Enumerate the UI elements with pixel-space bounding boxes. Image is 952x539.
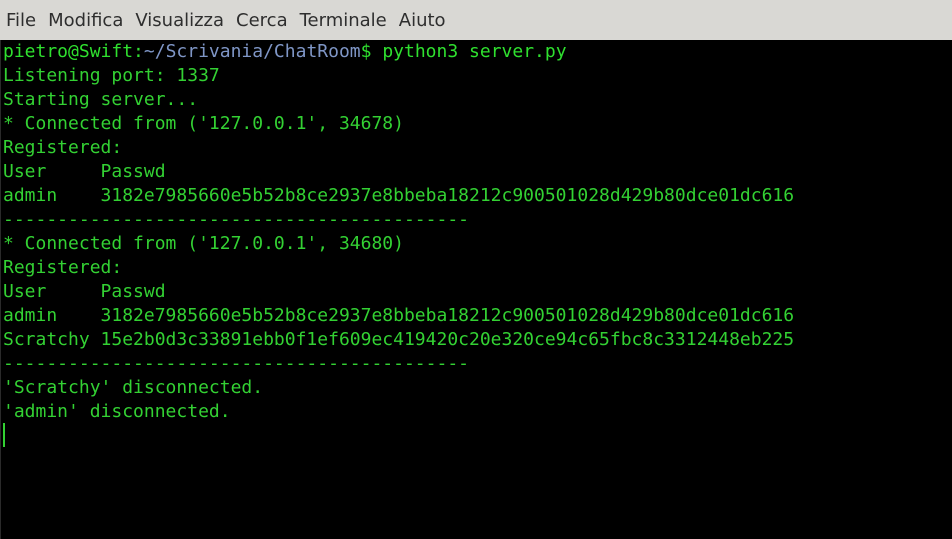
- menu-edit[interactable]: Modifica: [42, 0, 129, 40]
- menu-search[interactable]: Cerca: [230, 0, 294, 40]
- prompt-symbol: $: [360, 41, 372, 62]
- terminal-lines: pietro@Swift:~/Scrivania/ChatRoom$ pytho…: [3, 40, 794, 424]
- menu-bar: File Modifica Visualizza Cerca Terminale…: [0, 0, 952, 40]
- prompt-command: python3 server.py: [371, 41, 567, 62]
- separator-line: ----------------------------------------…: [3, 353, 469, 374]
- output-line: Starting server...: [3, 89, 199, 110]
- output-line: Listening port: 1337: [3, 65, 220, 86]
- prompt-colon: :: [133, 41, 144, 62]
- output-line: * Connected from ('127.0.0.1', 34678): [3, 113, 404, 134]
- output-line: Registered:: [3, 257, 123, 278]
- output-line: 'Scratchy' disconnected.: [3, 377, 264, 398]
- terminal-window: File Modifica Visualizza Cerca Terminale…: [0, 0, 952, 539]
- prompt-user-host: pietro@Swift: [3, 41, 134, 62]
- output-line: Scratchy 15e2b0d3c33891ebb0f1ef609ec4194…: [3, 329, 795, 350]
- output-line: admin 3182e7985660e5b52b8ce2937e8bbeba18…: [3, 305, 795, 326]
- output-line: User Passwd: [3, 161, 166, 182]
- output-line: User Passwd: [3, 281, 166, 302]
- separator-line: ----------------------------------------…: [3, 209, 469, 230]
- menu-help[interactable]: Aiuto: [393, 0, 452, 40]
- output-line: 'admin' disconnected.: [3, 401, 231, 422]
- terminal-output-area[interactable]: pietro@Swift:~/Scrivania/ChatRoom$ pytho…: [0, 40, 952, 539]
- output-line: * Connected from ('127.0.0.1', 34680): [3, 233, 404, 254]
- prompt-line: pietro@Swift:~/Scrivania/ChatRoom$ pytho…: [3, 40, 794, 64]
- prompt-path: ~/Scrivania/ChatRoom: [143, 41, 361, 62]
- output-line: admin 3182e7985660e5b52b8ce2937e8bbeba18…: [3, 185, 795, 206]
- output-line: Registered:: [3, 137, 123, 158]
- menu-file[interactable]: File: [0, 0, 42, 40]
- menu-view[interactable]: Visualizza: [129, 0, 230, 40]
- text-cursor: [3, 423, 5, 447]
- menu-terminal[interactable]: Terminale: [294, 0, 393, 40]
